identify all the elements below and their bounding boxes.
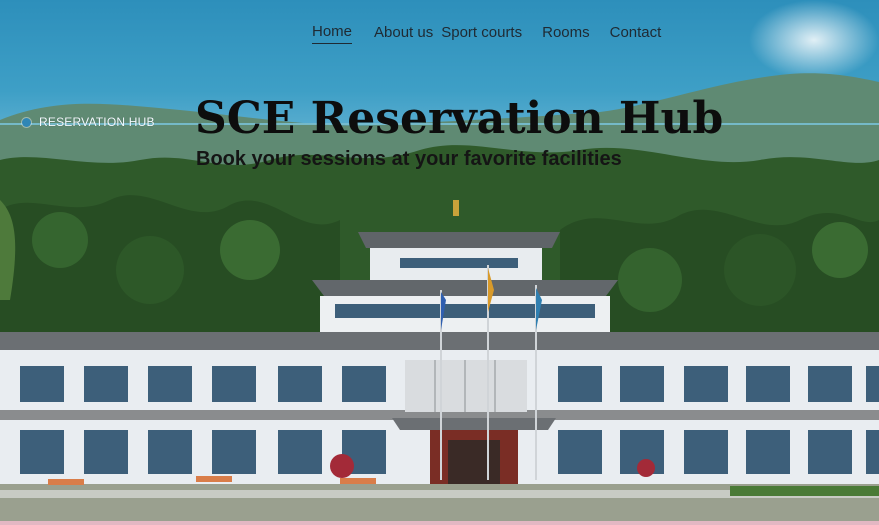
page-title: SCE Reservation Hub [195,93,724,145]
hero-section: Home About us Sport courts Rooms Contact… [0,0,879,525]
main-nav: Home About us Sport courts Rooms Contact [312,18,681,48]
nav-about-link[interactable]: About us [374,23,433,43]
brand[interactable]: RESERVATION HUB [22,114,155,130]
brand-dot-icon [22,117,31,127]
page-subtitle: Book your sessions at your favorite faci… [196,148,622,170]
nav-rooms-link[interactable]: Rooms [542,23,590,43]
nav-home-link[interactable]: Home [312,22,353,44]
brand-label: RESERVATION HUB [39,115,155,129]
campus-building-photo [0,73,879,525]
nav-contact-link[interactable]: Contact [610,23,662,43]
footer-accent-bar [0,521,879,525]
nav-sport-courts-link[interactable]: Sport courts [441,23,522,43]
